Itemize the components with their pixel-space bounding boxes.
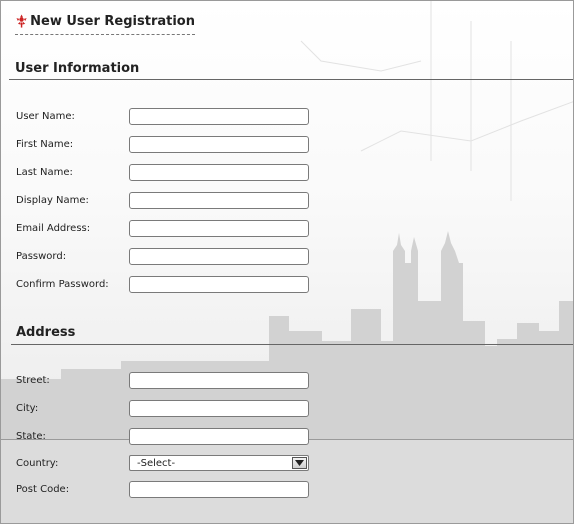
registration-panel: New User Registration User Information U… — [0, 0, 574, 524]
last-name-input[interactable] — [129, 164, 309, 181]
street-input[interactable] — [129, 372, 309, 389]
label-display-name: Display Name: — [16, 195, 89, 206]
country-select[interactable]: -Select- — [129, 455, 309, 471]
flower-icon — [16, 14, 27, 28]
dropdown-button[interactable] — [292, 457, 307, 469]
email-address-input[interactable] — [129, 220, 309, 237]
label-email-address: Email Address: — [16, 223, 91, 234]
state-input[interactable] — [129, 428, 309, 445]
first-name-input[interactable] — [129, 136, 309, 153]
label-user-name: User Name: — [16, 111, 75, 122]
city-input[interactable] — [129, 400, 309, 417]
section-divider — [11, 344, 573, 345]
label-country: Country: — [16, 458, 59, 469]
label-state: State: — [16, 431, 46, 442]
label-confirm-password: Confirm Password: — [16, 279, 109, 290]
user-name-input[interactable] — [129, 108, 309, 125]
form-title-bar: New User Registration — [15, 11, 195, 35]
country-selected-value: -Select- — [137, 457, 176, 469]
form-title: New User Registration — [30, 13, 195, 29]
post-code-input[interactable] — [129, 481, 309, 498]
label-last-name: Last Name: — [16, 167, 73, 178]
display-name-input[interactable] — [129, 192, 309, 209]
section-divider — [9, 79, 573, 80]
section-heading-user-information: User Information — [15, 61, 140, 76]
password-input[interactable] — [129, 248, 309, 265]
label-password: Password: — [16, 251, 67, 262]
label-post-code: Post Code: — [16, 484, 70, 495]
chevron-down-icon — [295, 460, 304, 466]
confirm-password-input[interactable] — [129, 276, 309, 293]
label-city: City: — [16, 403, 39, 414]
section-heading-address: Address — [16, 325, 76, 340]
label-first-name: First Name: — [16, 139, 74, 150]
label-street: Street: — [16, 375, 50, 386]
